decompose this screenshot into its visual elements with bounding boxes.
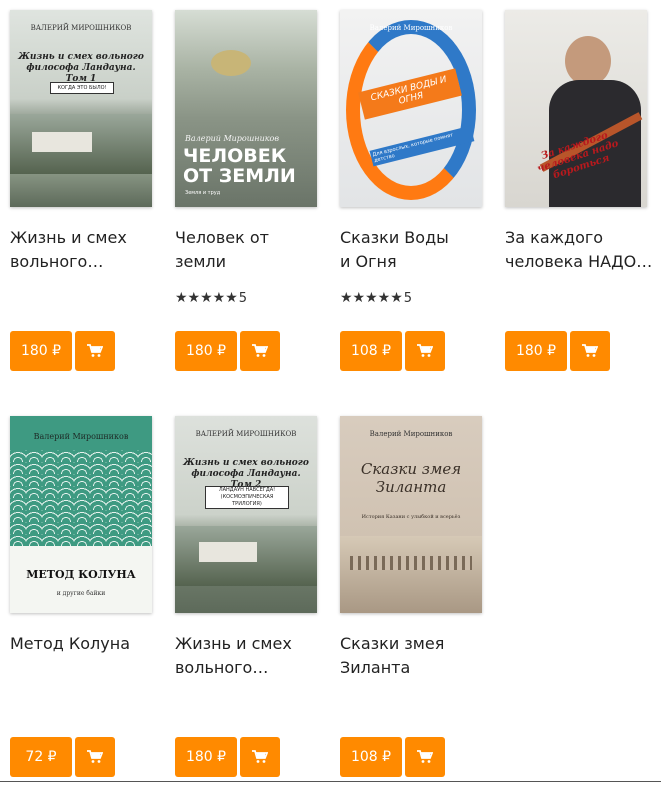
cover-illustration <box>10 450 152 546</box>
add-to-cart-button[interactable] <box>405 737 445 777</box>
book-card: Валерий Мирошников МЕТОД КОЛУНА и другие… <box>10 416 152 796</box>
cart-icon <box>417 344 433 357</box>
cover-author: Валерий Мирошников <box>33 432 129 441</box>
price-button[interactable]: 180 ₽ <box>175 737 237 777</box>
cart-icon <box>582 344 598 357</box>
add-to-cart-button[interactable] <box>240 331 280 371</box>
cart-icon <box>252 344 268 357</box>
rating-value: 5 <box>403 290 413 306</box>
book-card: Валерий Мирошников Сказки змея Зиланта И… <box>340 416 482 796</box>
book-card: За каждого человека надо бороться За каж… <box>505 10 652 390</box>
book-card: ВАЛЕРИЙ МИРОШНИКОВ Жизнь и смех вольного… <box>175 416 317 796</box>
cover-title: ЧЕЛОВЕК ОТ ЗЕМЛИ <box>183 145 296 187</box>
cover-illustration <box>340 536 482 613</box>
price-button[interactable]: 180 ₽ <box>175 331 237 371</box>
add-to-cart-button[interactable] <box>75 331 115 371</box>
cover-subtitle: КОГДА ЭТО БЫЛО! <box>50 82 114 94</box>
cart-icon <box>417 750 433 763</box>
star-rating-icons: ★★★★★ <box>175 290 238 306</box>
book-card: Валерий Мирошников СКАЗКИ ВОДЫ И ОГНЯ Дл… <box>340 10 482 390</box>
book-cover[interactable]: ВАЛЕРИЙ МИРОШНИКОВ Жизнь и смех вольного… <box>175 416 317 613</box>
cart-icon <box>252 750 268 763</box>
cover-subtitle: Земля и труд <box>185 190 221 196</box>
book-cover[interactable]: За каждого человека надо бороться <box>505 10 647 207</box>
price-button[interactable]: 180 ₽ <box>10 331 72 371</box>
book-title[interactable]: Метод Колуна <box>10 632 160 656</box>
cover-subtitle: История Казани с улыбкой и всерьёз <box>361 514 461 520</box>
cart-icon <box>87 344 103 357</box>
book-cover[interactable]: Валерий Мирошников ЧЕЛОВЕК ОТ ЗЕМЛИ Земл… <box>175 10 317 207</box>
cover-author: Валерий Мирошников <box>369 24 453 32</box>
price-button[interactable]: 72 ₽ <box>10 737 72 777</box>
star-rating-icons: ★★★★★ <box>340 290 403 306</box>
divider <box>0 781 661 782</box>
cover-illustration <box>211 50 251 76</box>
rating: ★★★★★ 5 <box>340 290 412 306</box>
cover-subtitle: ЛАНДАУН НАВСЕГДА! (КОСМОЭПИЧЕСКАЯ ТРИЛОГ… <box>205 486 289 509</box>
cart-icon <box>87 750 103 763</box>
price-button[interactable]: 180 ₽ <box>505 331 567 371</box>
rating-value: 5 <box>238 290 248 306</box>
price-button[interactable]: 108 ₽ <box>340 331 402 371</box>
cover-author: Валерий Мирошников <box>369 430 453 438</box>
book-title[interactable]: За каждого человека НАДО… <box>505 226 655 274</box>
add-to-cart-button[interactable] <box>75 737 115 777</box>
cover-title: Сказки змея Зиланта <box>360 460 462 496</box>
book-cover[interactable]: Валерий Мирошников Сказки змея Зиланта И… <box>340 416 482 613</box>
book-title[interactable]: Сказки змея Зиланта <box>340 632 490 680</box>
cover-illustration <box>199 542 257 562</box>
book-title[interactable]: Жизнь и смех вольного… <box>175 632 325 680</box>
price-button[interactable]: 108 ₽ <box>340 737 402 777</box>
book-title[interactable]: Человек от земли <box>175 226 325 274</box>
cover-author: Валерий Мирошников <box>185 134 279 143</box>
cover-illustration <box>350 556 472 570</box>
add-to-cart-button[interactable] <box>405 331 445 371</box>
book-cover[interactable]: Валерий Мирошников СКАЗКИ ВОДЫ И ОГНЯ Дл… <box>340 10 482 207</box>
cover-author: ВАЛЕРИЙ МИРОШНИКОВ <box>30 24 132 32</box>
add-to-cart-button[interactable] <box>570 331 610 371</box>
book-title[interactable]: Сказки Воды и Огня <box>340 226 490 274</box>
cover-illustration <box>32 132 92 152</box>
add-to-cart-button[interactable] <box>240 737 280 777</box>
book-cover[interactable]: ВАЛЕРИЙ МИРОШНИКОВ Жизнь и смех вольного… <box>10 10 152 207</box>
book-card: Валерий Мирошников ЧЕЛОВЕК ОТ ЗЕМЛИ Земл… <box>175 10 317 390</box>
book-card: ВАЛЕРИЙ МИРОШНИКОВ Жизнь и смех вольного… <box>10 10 152 390</box>
book-cover[interactable]: Валерий Мирошников МЕТОД КОЛУНА и другие… <box>10 416 152 613</box>
cover-title: Жизнь и смех вольного философа Ландауна.… <box>18 52 144 84</box>
cover-title: МЕТОД КОЛУНА <box>26 568 136 581</box>
cover-subtitle: и другие байки <box>56 590 106 597</box>
cover-author: ВАЛЕРИЙ МИРОШНИКОВ <box>195 430 297 438</box>
cover-illustration <box>565 36 611 86</box>
rating: ★★★★★ 5 <box>175 290 247 306</box>
book-title[interactable]: Жизнь и смех вольного… <box>10 226 160 274</box>
